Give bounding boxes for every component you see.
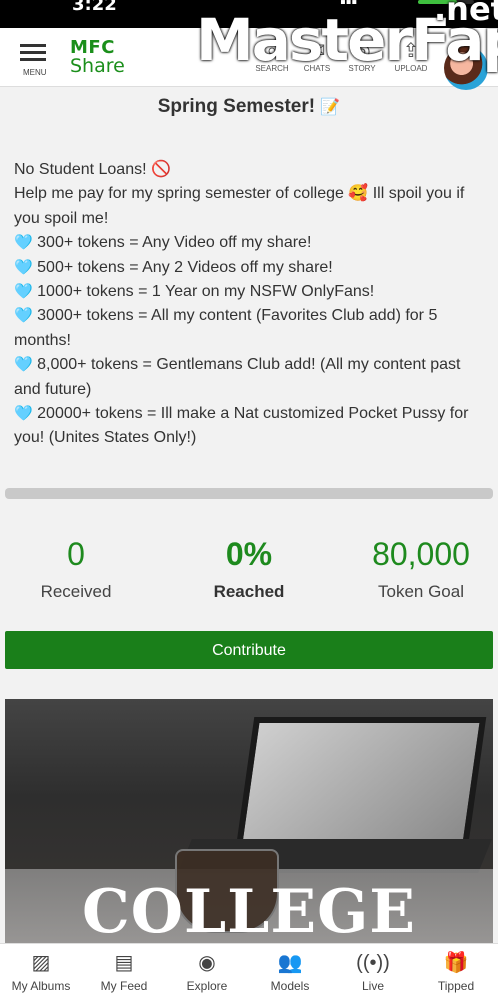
goal-progress-bar [5, 488, 493, 499]
nav-live[interactable]: ((•)) Live [333, 950, 413, 993]
heart-icon: 🩵 [14, 283, 33, 301]
contribute-button[interactable]: Contribute [5, 631, 493, 669]
desc-line: 🩵 20000+ tokens = Ill make a Nat customi… [14, 405, 469, 447]
goal-image-text: COLLEGE [81, 877, 417, 943]
feed-icon: ▤ [114, 952, 134, 974]
menu-button[interactable]: MENU [20, 40, 50, 77]
chat-icon: ✉ [308, 40, 326, 62]
menu-label: MENU [23, 68, 47, 77]
search-icon: ⌕ [266, 40, 278, 62]
nav-my-feed[interactable]: ▤ My Feed [84, 950, 164, 993]
gift-icon: 🎁 [443, 952, 469, 974]
heart-icon: 🩵 [14, 258, 33, 276]
heart-icon: 🩵 [14, 234, 33, 252]
desc-line: No Student Loans! 🚫 [14, 161, 171, 178]
story-icon: ◎ [353, 40, 371, 62]
desc-line: 🩵 8,000+ tokens = Gentlemans Club add! (… [14, 356, 461, 398]
status-time: 3:22 [72, 0, 117, 15]
nav-models[interactable]: 👥 Models [250, 950, 330, 993]
desc-line: 🩵 3000+ tokens = All my content (Favorit… [14, 307, 438, 349]
top-header: MENU MFC Share ⌕ SEARCH ✉ CHATS ◎ STORY … [0, 28, 498, 90]
battery-icon [418, 0, 474, 4]
albums-icon: ▨ [31, 952, 51, 974]
nav-tipped[interactable]: 🎁 Tipped [416, 950, 496, 993]
heart-icon: 🩵 [14, 356, 33, 374]
page-title: Spring Semester! 📝 [157, 96, 341, 117]
upload-nav[interactable]: ⇪ UPLOAD [389, 38, 433, 73]
goal-image: COLLEGE [5, 699, 493, 943]
hamburger-icon [20, 44, 46, 47]
goal-description: No Student Loans! 🚫 Help me pay for my s… [14, 158, 488, 451]
stat-reached: 0% Reached [213, 536, 285, 601]
heart-icon: 🩵 [14, 405, 33, 423]
desc-line: 🩵 500+ tokens = Any 2 Videos off my shar… [14, 258, 333, 276]
status-bar: 3:22 ▪▪▪ [0, 0, 498, 28]
avatar[interactable] [444, 46, 488, 90]
stat-token-goal: 80,000 Token Goal [372, 536, 470, 601]
signal-icon: ▪▪▪ [340, 0, 358, 11]
bottom-nav: ▨ My Albums ▤ My Feed ◉ Explore 👥 Models… [0, 943, 498, 1001]
chats-nav[interactable]: ✉ CHATS [295, 38, 339, 73]
desc-line: 🩵 300+ tokens = Any Video off my share! [14, 234, 312, 252]
models-icon: 👥 [277, 952, 303, 974]
live-icon: ((•)) [356, 952, 390, 974]
story-nav[interactable]: ◎ STORY [340, 38, 384, 73]
stat-received: 0 Received [40, 536, 112, 601]
upload-icon: ⇪ [402, 40, 420, 62]
compass-icon: ◉ [198, 952, 216, 974]
desc-line: 🩵 1000+ tokens = 1 Year on my NSFW OnlyF… [14, 283, 375, 301]
desc-line: Help me pay for my spring semester of co… [14, 185, 465, 227]
heart-icon: 🩵 [14, 307, 33, 325]
mfc-share-logo[interactable]: MFC Share [70, 38, 125, 76]
nav-my-albums[interactable]: ▨ My Albums [1, 950, 81, 993]
memo-icon: 📝 [320, 99, 341, 116]
nav-explore[interactable]: ◉ Explore [167, 950, 247, 993]
search-nav[interactable]: ⌕ SEARCH [250, 38, 294, 73]
